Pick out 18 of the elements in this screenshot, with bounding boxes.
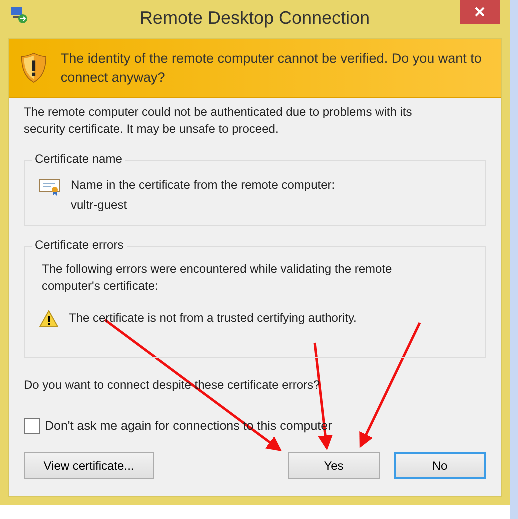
banner-text: The identity of the remote computer cannot be verified. Do you want to connect anyway? [60,50,483,87]
error-text: The certificate is not from a trusted certifying authority. [69,310,357,327]
no-button[interactable]: No [394,452,486,479]
yes-button[interactable]: Yes [288,452,380,479]
group-title: Certificate name [32,152,126,166]
certificate-text: Name in the certificate from the remote computer: [71,177,336,194]
window-title: Remote Desktop Connection [140,8,370,28]
close-button[interactable] [460,0,500,24]
group-title: Certificate errors [32,238,127,252]
description-text: The remote computer could not be authenticated due to problems with its security certificate. It may be unsafe to proceed. [24,104,414,138]
checkbox[interactable] [24,418,40,434]
certificate-text: vultr-guest [71,197,128,214]
certificate-icon [39,178,61,196]
error-intro: The following errors were encountered while validating the remote computer's certificate: [42,261,394,295]
view-certificate-button[interactable]: View certificate... [24,452,154,479]
close-icon [475,7,485,17]
warning-icon [39,310,59,328]
app-icon [10,6,28,24]
